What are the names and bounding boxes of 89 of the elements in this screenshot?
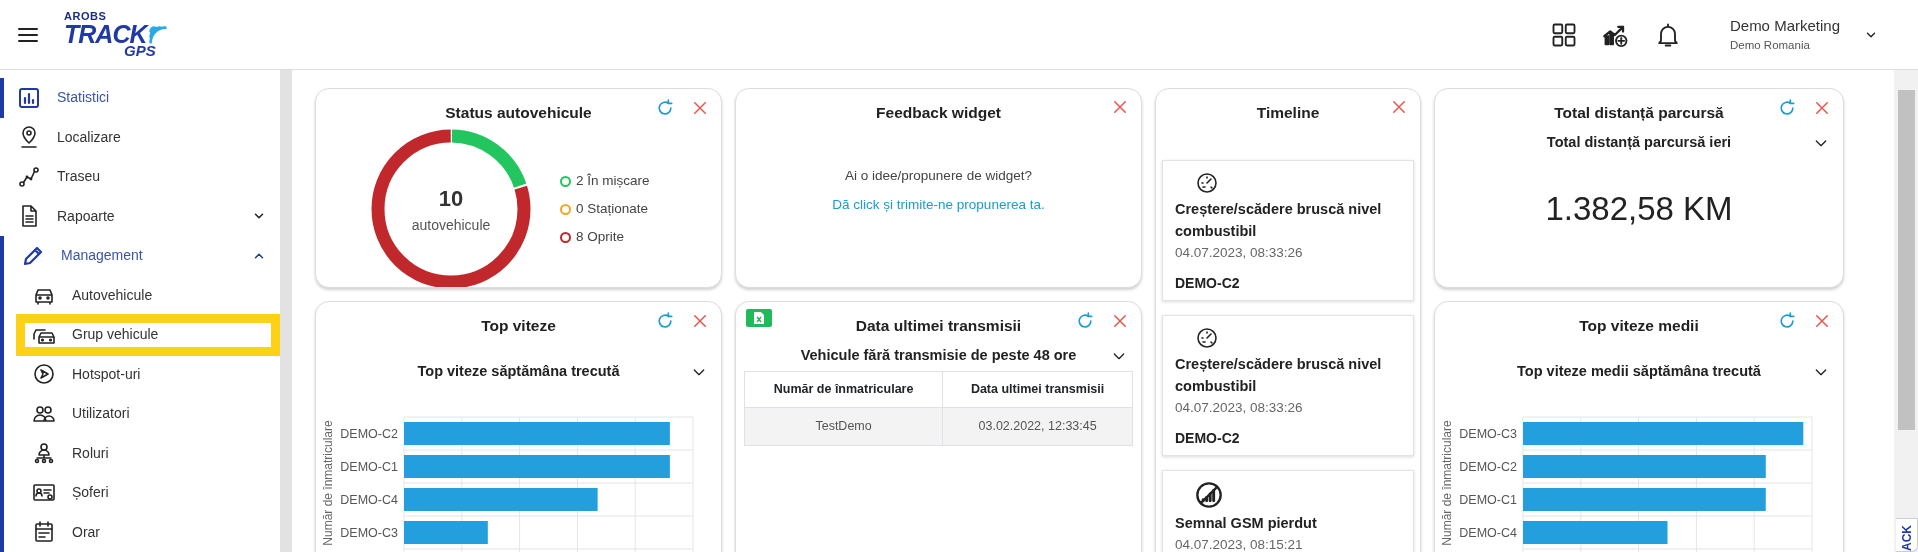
timeline-item[interactable]: Creștere/scădere bruscă nivel combustibil 04.07.2023, 08:33:26 DEMO-C2 bbox=[1162, 160, 1414, 301]
event-title: Creștere/scădere bruscă nivel combustibil bbox=[1175, 355, 1383, 396]
legend-label: 0 Staționate bbox=[576, 200, 649, 219]
spreadsheet-icon bbox=[753, 311, 765, 325]
close-icon bbox=[1813, 99, 1831, 117]
refresh-button[interactable] bbox=[1777, 98, 1797, 118]
axis-title: Număr de înmatriculare bbox=[321, 420, 335, 546]
close-icon bbox=[691, 312, 709, 330]
bar-label: DEMO-C3 bbox=[1459, 426, 1517, 441]
refresh-button[interactable] bbox=[1075, 311, 1095, 331]
bar-label: DEMO-C2 bbox=[1459, 459, 1517, 474]
close-icon bbox=[691, 99, 709, 117]
scrollbar-thumb[interactable] bbox=[1897, 90, 1915, 430]
refresh-icon bbox=[1777, 98, 1797, 118]
scrollbar[interactable] bbox=[280, 70, 292, 552]
event-time: 04.07.2023, 08:33:26 bbox=[1175, 243, 1304, 262]
period-dropdown[interactable]: Top viteze medii săptămâna trecută bbox=[1435, 361, 1843, 383]
bar-label: DEMO-C1 bbox=[1459, 492, 1517, 507]
distance-value: 1.382,58 KM bbox=[1544, 189, 1734, 229]
total-label: autovehicule bbox=[411, 216, 491, 236]
bar-label: DEMO-C3 bbox=[340, 525, 398, 540]
timeline-item[interactable]: Semnal GSM pierdut 04.07.2023, 08:15:21 bbox=[1162, 469, 1414, 552]
widget-title: Status autovehicule bbox=[444, 103, 593, 123]
column-header: Număr de înmatriculare bbox=[744, 371, 943, 408]
widget-title: Data ultimei transmisii bbox=[854, 316, 1023, 336]
event-time: 04.07.2023, 08:33:26 bbox=[1175, 398, 1304, 417]
sidebar-item[interactable]: Hotspot-uri bbox=[4, 354, 280, 394]
refresh-button[interactable] bbox=[1777, 311, 1797, 331]
legend-label: 2 În mișcare bbox=[576, 171, 650, 190]
axis-title: Număr de înmatriculare bbox=[1440, 420, 1454, 546]
column-header: Data ultimei transmisii bbox=[942, 371, 1133, 408]
bar-label: DEMO-C4 bbox=[340, 492, 398, 507]
excel-export-button[interactable] bbox=[746, 309, 772, 327]
logo-text: AROBS bbox=[64, 11, 108, 22]
bar-label: DEMO-C4 bbox=[1459, 525, 1517, 540]
hotspot-icon bbox=[32, 362, 56, 387]
event-title: Semnal GSM pierdut bbox=[1175, 513, 1318, 533]
period-dropdown[interactable]: Total distanță parcursă ieri bbox=[1435, 132, 1843, 154]
table-cell: 03.02.2022, 12:33:45 bbox=[942, 407, 1133, 445]
refresh-icon bbox=[655, 311, 675, 331]
event-time: 04.07.2023, 08:15:21 bbox=[1175, 535, 1304, 552]
widget-title: Feedback widget bbox=[875, 103, 1002, 123]
widget-title: Total distanță parcursă bbox=[1553, 103, 1725, 123]
sidebar-item[interactable]: Management bbox=[4, 236, 280, 276]
company-name: Demo Romania bbox=[1729, 38, 1811, 54]
sidebar-item[interactable]: Utilizatori bbox=[4, 394, 280, 434]
refresh-icon bbox=[655, 98, 675, 118]
widget-title: Top viteze medii bbox=[1578, 316, 1700, 336]
feedback-tab[interactable]: ACK bbox=[1896, 518, 1918, 552]
sidebar-item[interactable]: Rapoarte bbox=[0, 196, 280, 236]
sidebar-item[interactable]: Autovehicule bbox=[4, 275, 280, 315]
event-vehicle: DEMO-C2 bbox=[1175, 274, 1241, 293]
calendar-icon bbox=[32, 520, 56, 545]
chart-icon bbox=[17, 85, 41, 110]
event-title: Creștere/scădere bruscă nivel combustibil bbox=[1175, 200, 1383, 241]
sidebar-item[interactable]: Traseu bbox=[0, 157, 280, 197]
close-icon bbox=[1813, 312, 1831, 330]
gauge-icon bbox=[1195, 171, 1219, 196]
route-icon bbox=[17, 164, 41, 189]
event-vehicle: DEMO-C2 bbox=[1175, 428, 1241, 448]
close-button[interactable] bbox=[1390, 98, 1408, 116]
bar-label: DEMO-C1 bbox=[340, 459, 398, 474]
roles-icon bbox=[32, 441, 56, 466]
period-dropdown[interactable]: Top viteze săptămâna trecută bbox=[316, 361, 721, 383]
scrollbar[interactable] bbox=[1894, 70, 1918, 552]
widget-title: Top viteze bbox=[480, 316, 557, 336]
sidebar-item[interactable]: Orar bbox=[4, 512, 280, 552]
period-dropdown[interactable]: Vehicule fără transmisie de peste 48 ore bbox=[736, 345, 1141, 367]
sidebar-item[interactable]: Șoferi bbox=[4, 473, 280, 513]
widget-title: Timeline bbox=[1255, 103, 1321, 123]
bar-label: DEMO-C2 bbox=[340, 426, 398, 441]
refresh-icon bbox=[1777, 311, 1797, 331]
gauge-icon bbox=[1195, 326, 1219, 350]
sidebar-item[interactable]: Roluri bbox=[4, 433, 280, 473]
user-name: Demo Marketing bbox=[1729, 15, 1840, 36]
legend-label: 8 Oprite bbox=[576, 228, 625, 247]
refresh-button[interactable] bbox=[655, 311, 675, 331]
refresh-button[interactable] bbox=[655, 98, 675, 118]
table-cell: TestDemo bbox=[744, 407, 943, 445]
close-icon bbox=[1390, 98, 1408, 116]
feedback-question: Ai o idee/propunere de widget? bbox=[844, 167, 1033, 186]
total-count: 10 bbox=[437, 185, 465, 214]
signal-off-icon bbox=[1195, 480, 1223, 509]
close-icon bbox=[1111, 312, 1129, 330]
close-button[interactable] bbox=[1111, 98, 1129, 116]
close-icon bbox=[1111, 98, 1129, 116]
sidebar-item[interactable]: Localizare bbox=[0, 117, 280, 157]
refresh-icon bbox=[1075, 311, 1095, 331]
timeline-item[interactable]: Creștere/scădere bruscă nivel combustibil 04.07.2023, 08:33:26 DEMO-C2 bbox=[1162, 315, 1414, 456]
